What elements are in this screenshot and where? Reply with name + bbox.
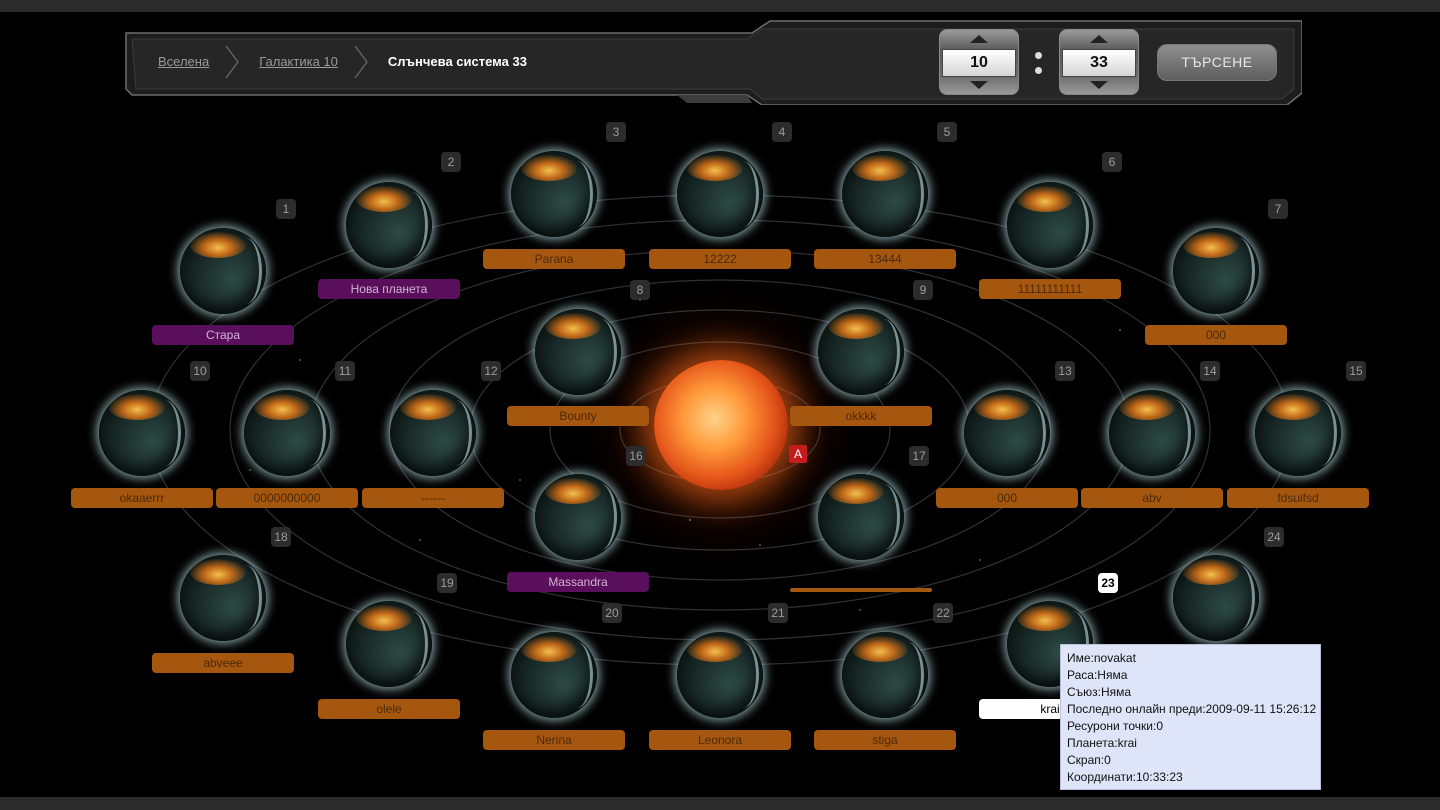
planet-name-label[interactable]: olele [318,699,460,719]
planet-1[interactable] [180,228,266,314]
planet-position-badge: 1 [276,199,296,219]
planet-14[interactable] [1109,390,1195,476]
planet-name-label[interactable] [790,588,932,592]
tooltip-planet: Планета:krai [1067,736,1137,750]
tooltip-race: Раса:Няма [1067,668,1128,682]
planet-24[interactable] [1173,555,1259,641]
planet-20[interactable] [511,632,597,718]
planet-name-label[interactable]: Nerina [483,730,625,750]
planet-name-label[interactable]: abveee [152,653,294,673]
planet-5[interactable] [842,151,928,237]
planet-position-badge: 14 [1200,361,1220,381]
planet-position-badge: 15 [1346,361,1366,381]
planet-name-label[interactable]: Стара [152,325,294,345]
planet-position-badge: 12 [481,361,501,381]
planet-name-label[interactable]: Parana [483,249,625,269]
planet-position-badge: 17 [909,446,929,466]
planet-name-label[interactable]: abv [1081,488,1223,508]
planet-name-label[interactable]: fdsuifsd [1227,488,1369,508]
planet-6[interactable] [1007,182,1093,268]
planet-position-badge: 23 [1098,573,1118,593]
planet-17[interactable] [818,474,904,560]
sun-marker-badge: A [789,445,807,463]
tooltip-resource-points: Ресурони точки:0 [1067,719,1164,733]
planet-11[interactable] [244,390,330,476]
planet-position-badge: 21 [768,603,788,623]
planet-position-badge: 8 [630,280,650,300]
planet-position-badge: 9 [913,280,933,300]
planet-position-badge: 3 [606,122,626,142]
planet-2[interactable] [346,182,432,268]
planet-position-badge: 13 [1055,361,1075,381]
planet-name-label[interactable]: ------ [362,488,504,508]
planet-name-label[interactable]: okkkk [790,406,932,426]
planet-name-label[interactable]: 13444 [814,249,956,269]
planet-position-badge: 11 [335,361,355,381]
tooltip-name: Име:novakat [1067,651,1136,665]
planet-position-badge: 2 [441,152,461,172]
planet-name-label[interactable]: 12222 [649,249,791,269]
planet-4[interactable] [677,151,763,237]
planet-position-badge: 6 [1102,152,1122,172]
planet-info-tooltip: Име:novakat Раса:Няма Съюз:Няма Последно… [1060,644,1321,790]
planet-position-badge: 24 [1264,527,1284,547]
tooltip-scrap: Скрап:0 [1067,753,1111,767]
planet-18[interactable] [180,555,266,641]
planet-15[interactable] [1255,390,1341,476]
planet-16[interactable] [535,474,621,560]
tooltip-coordinates: Координати:10:33:23 [1067,770,1183,784]
planet-19[interactable] [346,601,432,687]
planet-name-label[interactable]: 0000000000 [216,488,358,508]
planet-position-badge: 5 [937,122,957,142]
tooltip-alliance: Съюз:Няма [1067,685,1132,699]
planet-position-badge: 18 [271,527,291,547]
planet-name-label[interactable]: 000 [1145,325,1287,345]
planet-name-label[interactable]: 11111111111 [979,279,1121,299]
planet-position-badge: 7 [1268,199,1288,219]
planet-position-badge: 20 [602,603,622,623]
planet-position-badge: 10 [190,361,210,381]
sun[interactable] [654,360,788,490]
planet-name-label[interactable]: 000 [936,488,1078,508]
planet-name-label[interactable]: stiga [814,730,956,750]
planet-position-badge: 22 [933,603,953,623]
planet-name-label[interactable]: Massandra [507,572,649,592]
planet-position-badge: 16 [626,446,646,466]
planet-name-label[interactable]: Bounty [507,406,649,426]
planet-3[interactable] [511,151,597,237]
planet-10[interactable] [99,390,185,476]
tooltip-last-online: Последно онлайн преди:2009-09-11 15:26:1… [1067,702,1317,716]
planet-name-label[interactable]: okaaerrr [71,488,213,508]
planet-12[interactable] [390,390,476,476]
planet-13[interactable] [964,390,1050,476]
planet-name-label[interactable]: Leonora [649,730,791,750]
planet-position-badge: 19 [437,573,457,593]
planet-7[interactable] [1173,228,1259,314]
planet-21[interactable] [677,632,763,718]
bottom-frame [0,797,1440,810]
planet-8[interactable] [535,309,621,395]
planet-9[interactable] [818,309,904,395]
planet-position-badge: 4 [772,122,792,142]
planet-22[interactable] [842,632,928,718]
planet-name-label[interactable]: Нова планета [318,279,460,299]
